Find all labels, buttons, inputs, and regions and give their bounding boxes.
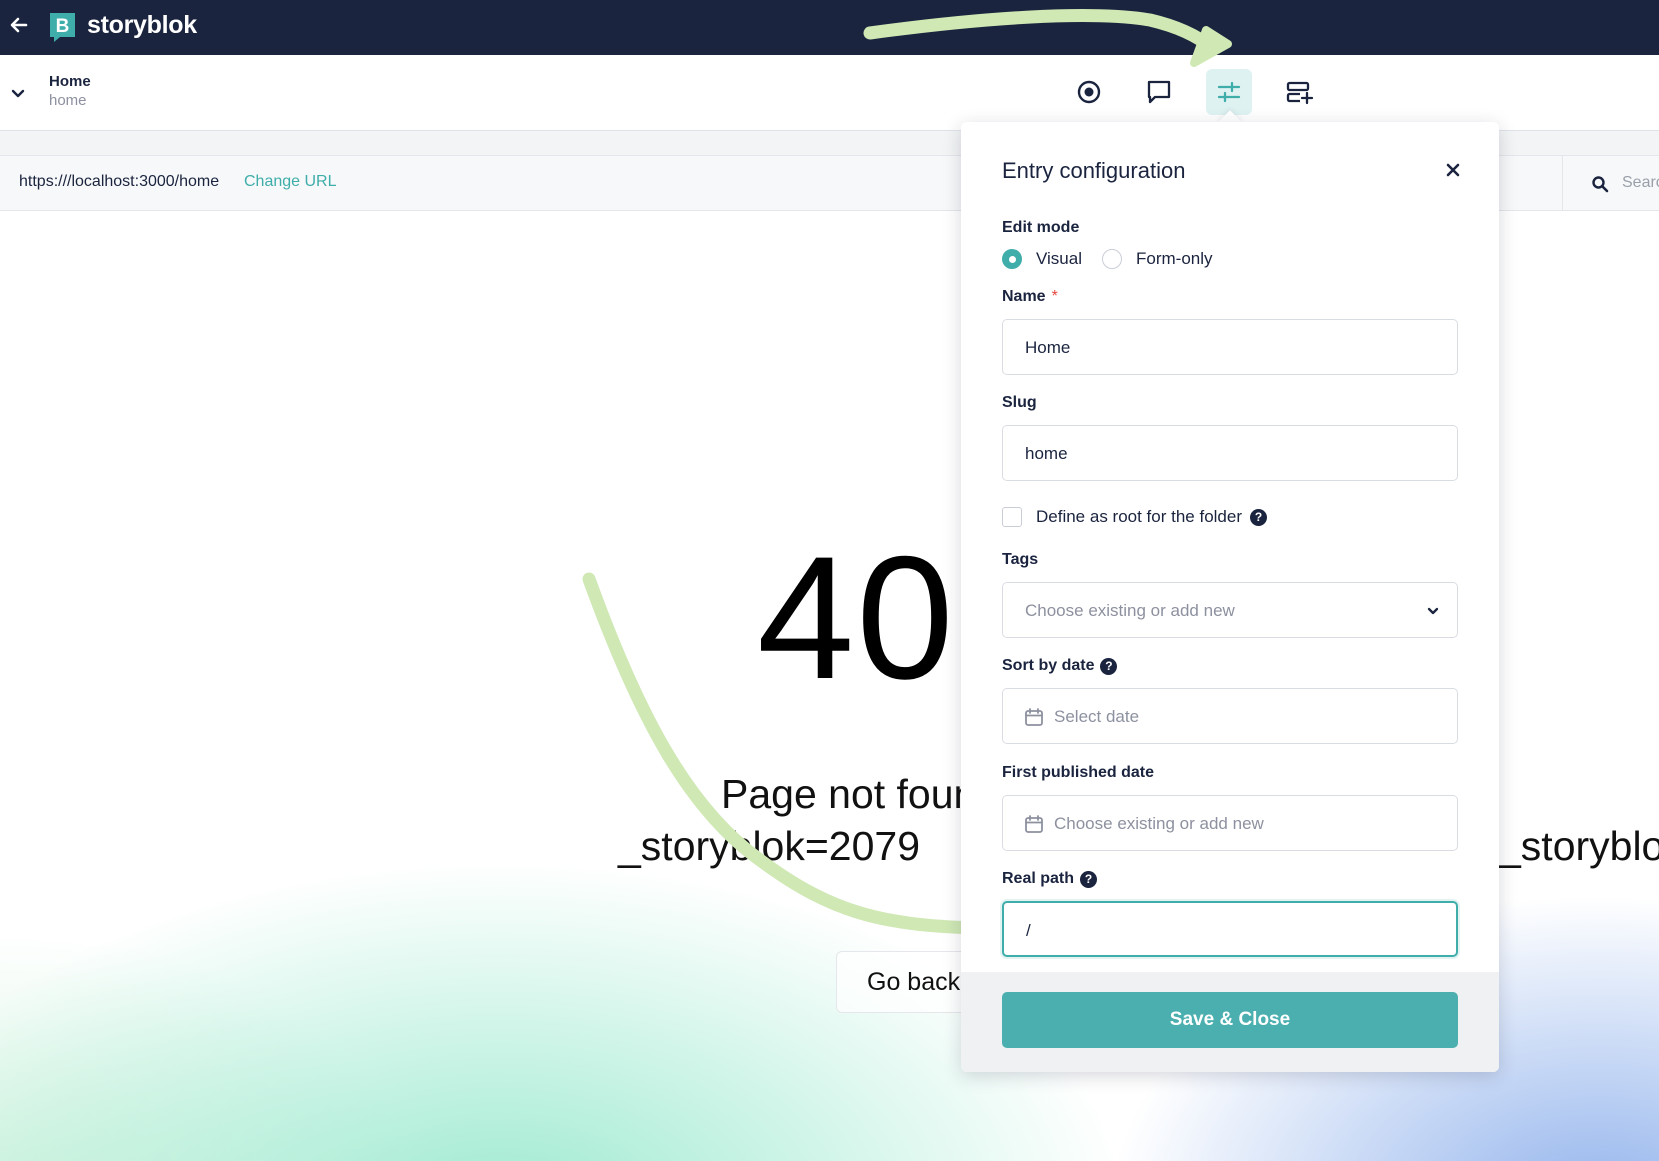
storyblok-logo-icon: B — [50, 13, 75, 42]
radio-form-only[interactable] — [1102, 249, 1122, 269]
sort-by-date-placeholder: Select date — [1054, 707, 1140, 726]
name-input-value: Home — [1025, 338, 1071, 357]
edit-mode-label: Edit mode — [1002, 219, 1079, 237]
panel-footer: Save & Close — [961, 972, 1499, 1072]
edit-mode-label-text: Edit mode — [1002, 219, 1080, 236]
story-title: Home — [49, 73, 91, 90]
close-icon[interactable] — [1445, 162, 1461, 178]
tags-placeholder: Choose existing or add new — [1025, 601, 1235, 620]
tags-label: Tags — [1002, 551, 1038, 569]
preview-url: https:///localhost:3000/home — [19, 173, 220, 190]
comments-button[interactable] — [1136, 69, 1182, 115]
save-and-close-button[interactable]: Save & Close — [1002, 992, 1458, 1048]
name-label: Name * — [1002, 288, 1058, 306]
tags-label-text: Tags — [1002, 551, 1039, 568]
name-input[interactable]: Home — [1002, 319, 1458, 375]
preview-toggle-button[interactable] — [1066, 69, 1112, 115]
first-published-label-text: First published date — [1002, 764, 1155, 781]
slug-input-value: home — [1025, 444, 1068, 463]
real-path-value: / — [1026, 921, 1031, 940]
name-label-text: Name — [1002, 288, 1046, 305]
sort-by-date-label-text: Sort by date — [1002, 657, 1095, 674]
not-found-url-fragment-right: _storyblo — [1498, 823, 1659, 869]
root-folder-label[interactable]: Define as root for the folder — [1036, 507, 1242, 527]
not-found-url-fragment: _storyblok=2079 — [618, 823, 921, 869]
comment-icon — [1147, 80, 1171, 104]
help-icon[interactable]: ? — [1100, 657, 1118, 675]
story-slug: home — [49, 92, 87, 109]
real-path-label-text: Real path — [1002, 870, 1075, 887]
first-published-placeholder: Choose existing or add new — [1054, 814, 1264, 833]
chevron-down-icon[interactable] — [10, 85, 26, 101]
entry-configuration-button[interactable] — [1206, 69, 1252, 115]
first-published-input[interactable]: Choose existing or add new — [1002, 795, 1458, 851]
panel-title: Entry configuration — [1002, 158, 1186, 183]
slug-label: Slug — [1002, 394, 1037, 412]
first-published-label: First published date — [1002, 764, 1154, 782]
search-icon — [1592, 176, 1609, 193]
help-icon[interactable]: ? — [1080, 870, 1098, 888]
radio-visual-label[interactable]: Visual — [1036, 249, 1082, 269]
not-found-message: Page not foun — [721, 771, 977, 817]
add-block-button[interactable] — [1276, 69, 1322, 115]
root-folder-checkbox[interactable] — [1002, 507, 1022, 527]
real-path-label: Real path ? — [1002, 870, 1098, 888]
slug-label-text: Slug — [1002, 394, 1037, 411]
real-path-input[interactable]: / — [1002, 901, 1458, 957]
radio-form-only-label[interactable]: Form-only — [1136, 249, 1213, 269]
calendar-icon — [1025, 708, 1043, 726]
svg-text:B: B — [56, 16, 70, 37]
preview-record-icon — [1077, 80, 1101, 104]
root-folder-option: Define as root for the folder ? — [1002, 507, 1268, 527]
radio-visual[interactable] — [1002, 249, 1022, 269]
sort-by-date-label: Sort by date ? — [1002, 657, 1118, 675]
edit-mode-radio-group: Visual Form-only — [1002, 249, 1213, 269]
preview-search[interactable]: Searc — [1562, 156, 1659, 212]
change-url-link[interactable]: Change URL — [244, 173, 337, 191]
calendar-icon — [1025, 815, 1043, 833]
sort-by-date-input[interactable]: Select date — [1002, 688, 1458, 744]
error-code-text: 40 — [757, 521, 956, 716]
sliders-icon — [1217, 81, 1241, 103]
add-block-icon — [1286, 81, 1313, 105]
go-back-label: Go back — [867, 968, 961, 996]
chevron-down-icon — [1427, 607, 1439, 615]
help-icon[interactable]: ? — [1250, 508, 1268, 526]
slug-input[interactable]: home — [1002, 425, 1458, 481]
tags-select[interactable]: Choose existing or add new — [1002, 582, 1458, 638]
story-header-bar: Home home — [0, 55, 1659, 131]
required-mark: * — [1051, 288, 1058, 305]
storyblok-logo-text: storyblok — [87, 11, 197, 39]
search-placeholder: Searc — [1622, 174, 1659, 191]
top-navigation-bar: B storyblok — [0, 0, 1659, 55]
back-arrow-icon[interactable] — [8, 14, 30, 36]
entry-configuration-panel: Entry configuration Edit mode Visual For… — [961, 122, 1499, 1072]
